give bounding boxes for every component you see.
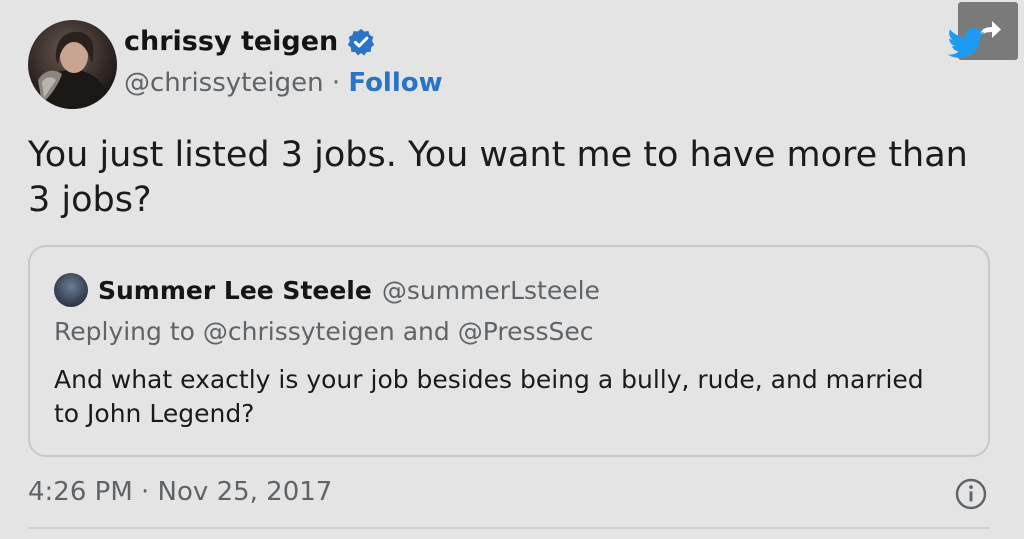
quoted-author-name[interactable]: Summer Lee Steele — [98, 276, 372, 305]
follow-link[interactable]: Follow — [348, 68, 442, 98]
author-name-row: chrissy teigen — [124, 26, 376, 57]
info-icon[interactable] — [955, 478, 987, 510]
author-handle[interactable]: @chrissyteigen — [124, 68, 324, 98]
quoted-author-avatar[interactable] — [54, 273, 88, 307]
verified-badge-icon — [348, 28, 375, 55]
author-handle-row: @chrissyteigen · Follow — [124, 68, 443, 98]
quoted-author-row: Summer Lee Steele @summerLsteele — [54, 273, 600, 307]
quoted-tweet-card[interactable]: Summer Lee Steele @summerLsteele Replyin… — [28, 245, 990, 457]
bottom-divider — [28, 527, 990, 529]
reply-context: Replying to @chrissyteigen and @PressSec — [54, 317, 594, 346]
tweet-text: You just listed 3 jobs. You want me to h… — [28, 135, 968, 220]
quoted-tweet-text: And what exactly is your job besides bei… — [54, 365, 924, 428]
tweet-timestamp[interactable]: 4:26 PM · Nov 25, 2017 — [28, 477, 332, 507]
author-avatar[interactable] — [28, 20, 117, 109]
author-name[interactable]: chrissy teigen — [124, 26, 338, 57]
twitter-bird-icon[interactable] — [944, 24, 988, 64]
quoted-author-handle[interactable]: @summerLsteele — [382, 276, 600, 305]
separator-dot: · — [331, 68, 341, 98]
